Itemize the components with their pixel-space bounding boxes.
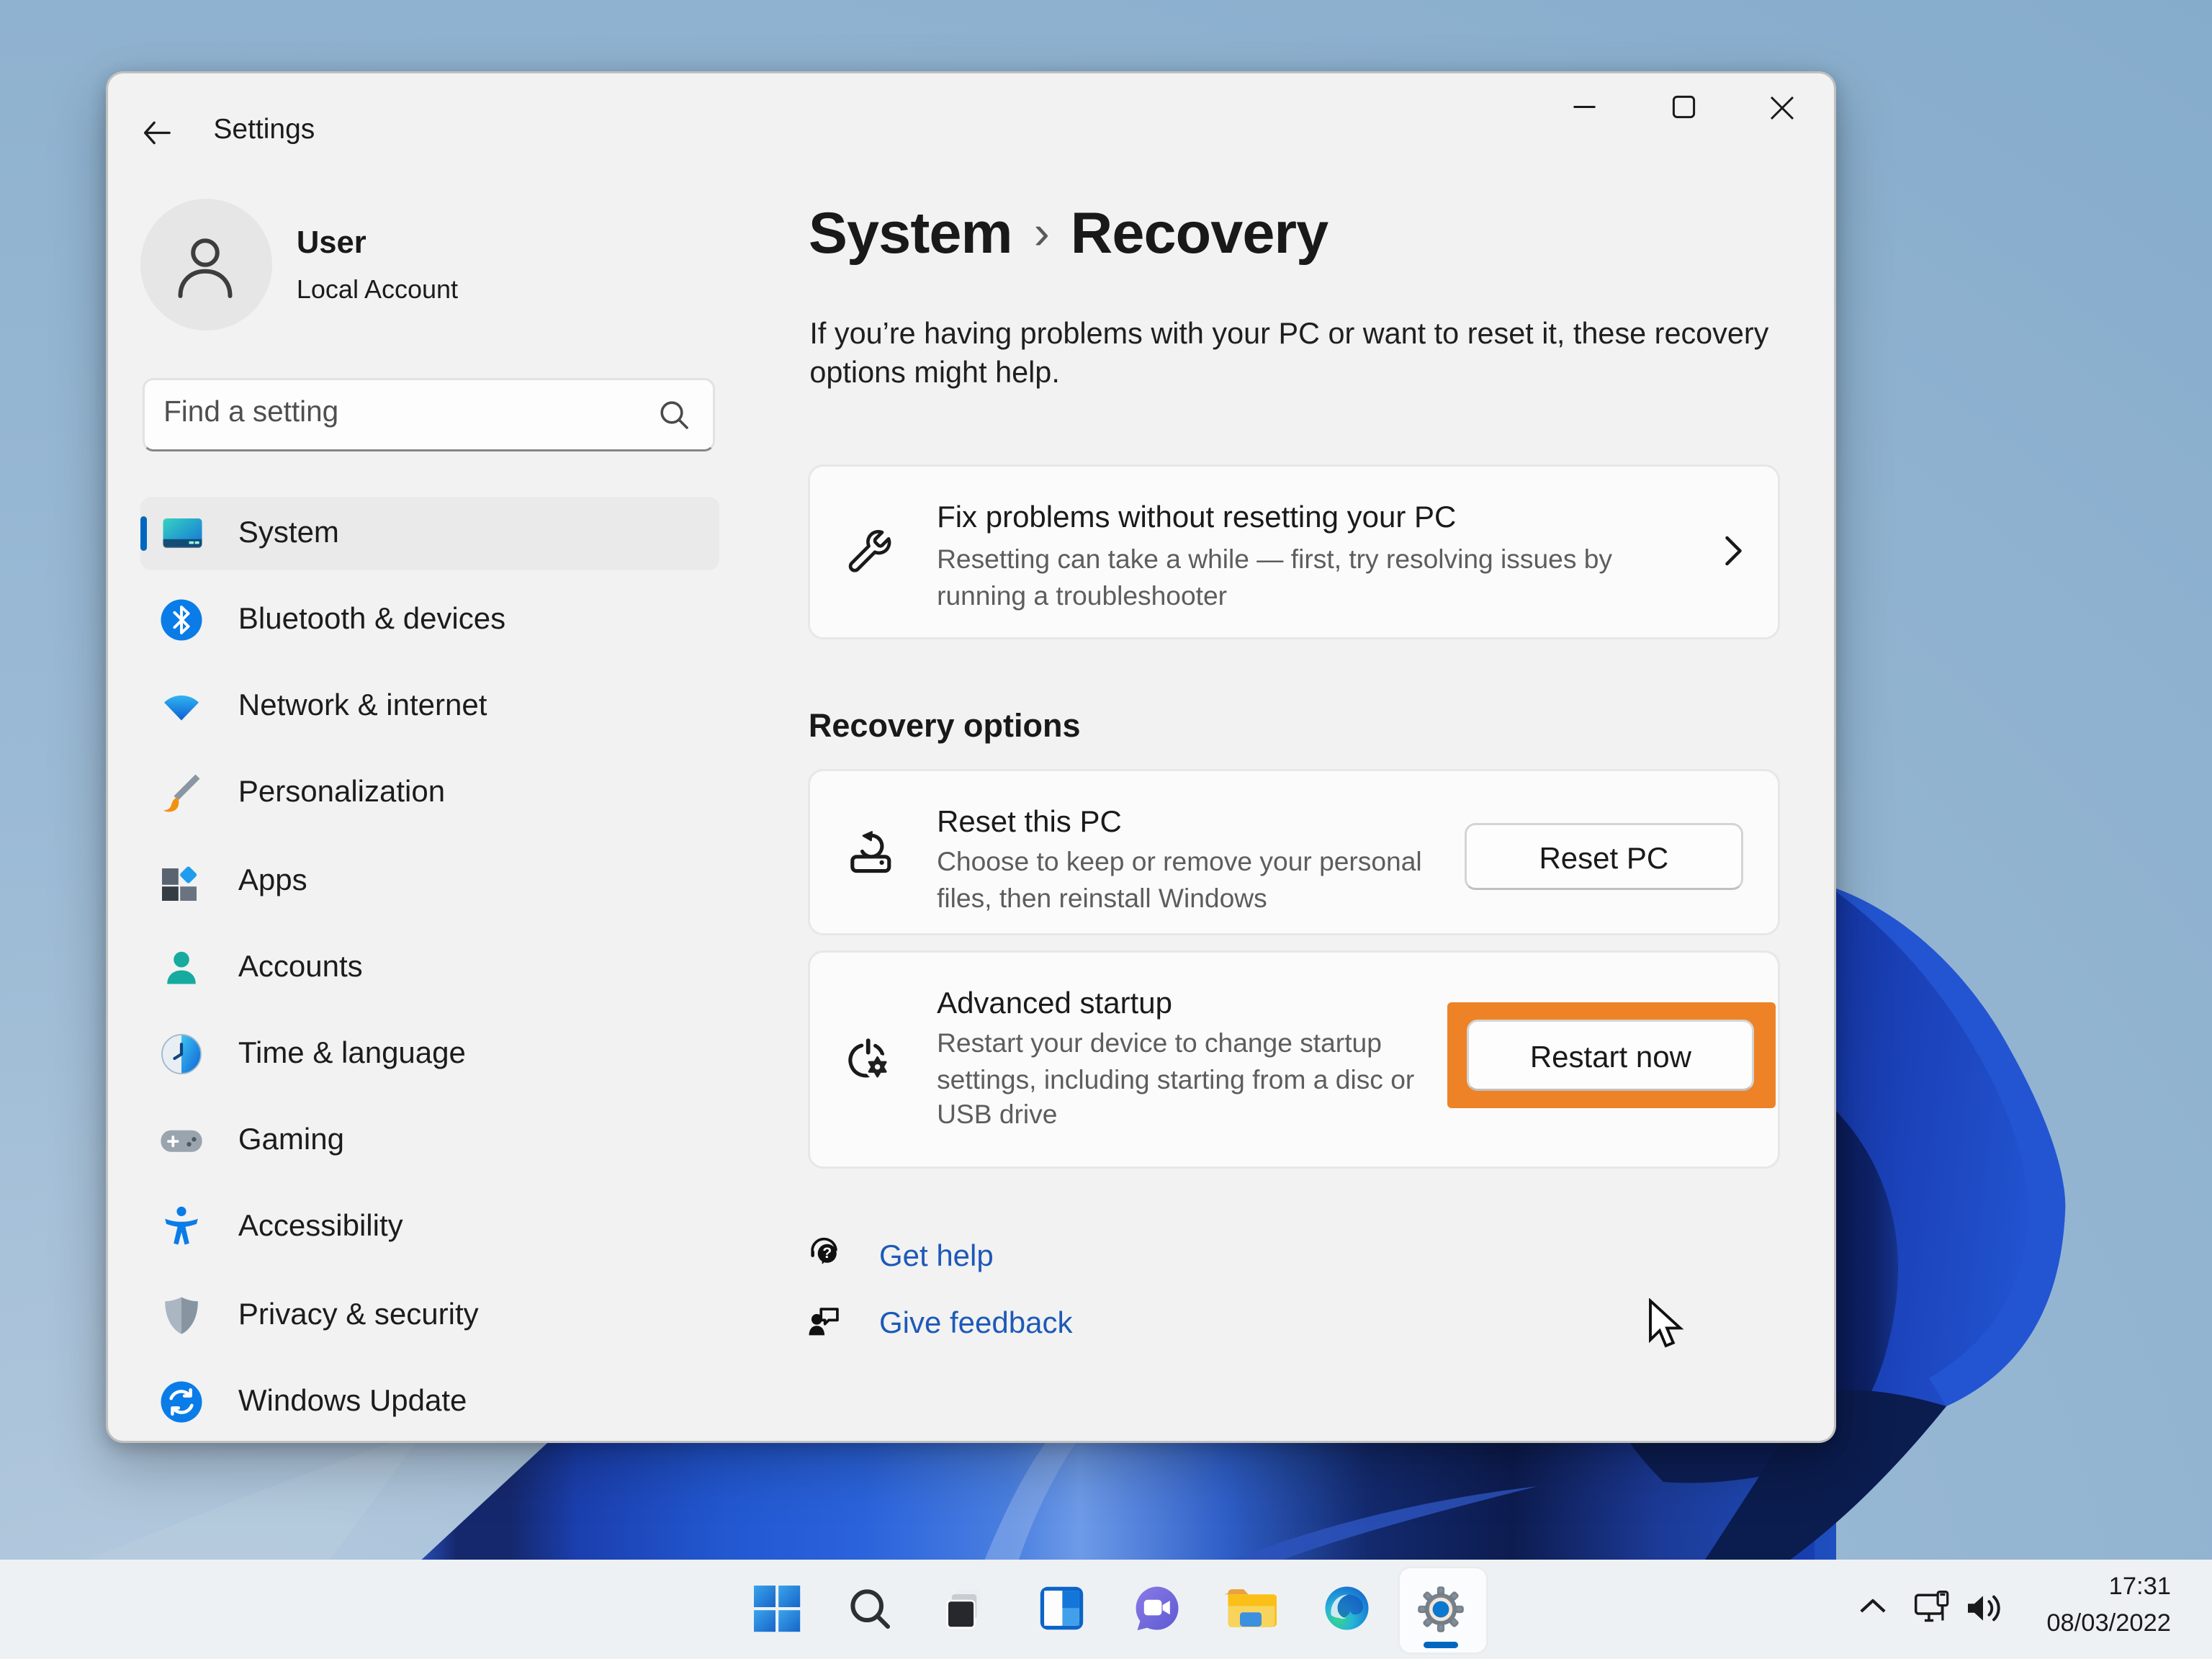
svg-text:?: ? (823, 1244, 832, 1262)
